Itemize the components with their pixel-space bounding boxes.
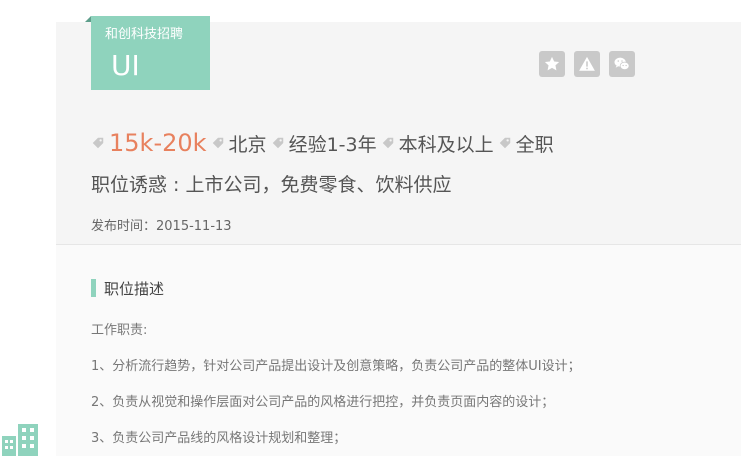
city-item: 北京	[211, 130, 267, 157]
education-item: 本科及以上	[381, 130, 494, 157]
job-title: UI	[111, 49, 140, 82]
star-icon	[544, 56, 560, 71]
tag-icon	[212, 137, 223, 149]
experience: 经验1-3年	[288, 133, 377, 156]
publish-time: 发布时间：2015-11-13	[91, 219, 232, 234]
experience-item: 经验1-3年	[271, 130, 377, 157]
education: 本科及以上	[398, 133, 494, 156]
salary: 15k-20k	[109, 129, 207, 157]
section-heading: 职位描述	[91, 278, 164, 298]
heading-accent-bar	[91, 279, 96, 297]
wechat-share-button[interactable]	[609, 51, 635, 77]
company-name[interactable]: 和创科技招聘	[105, 23, 183, 42]
warning-icon	[579, 56, 595, 71]
city: 北京	[228, 133, 267, 156]
job-type: 全职	[515, 133, 554, 156]
description-line: 工作职责:	[91, 323, 148, 338]
job-title-block: 和创科技招聘 UI	[85, 16, 210, 90]
tag-icon	[499, 137, 510, 149]
description-line: 3、负责公司产品线的风格设计规划和整理；	[91, 431, 347, 446]
ribbon-fold	[85, 16, 91, 22]
job-type-item: 全职	[498, 130, 554, 157]
collect-button[interactable]	[539, 51, 565, 77]
job-advantage: 职位诱惑 : 上市公司，免费零食、饮料供应	[91, 174, 452, 196]
building-icon	[2, 424, 38, 456]
job-requirements: 15k-20k 北京 经验1-3年 本科及以上 全职	[91, 128, 558, 158]
section-title: 职位描述	[104, 279, 165, 298]
tag-icon	[92, 137, 104, 149]
description-line: 2、负责从视觉和操作层面对公司产品的风格进行把控，并负责页面内容的设计；	[91, 395, 555, 410]
tag-icon	[382, 137, 393, 149]
salary-item: 15k-20k	[91, 129, 207, 157]
report-button[interactable]	[574, 51, 600, 77]
wechat-icon	[614, 57, 630, 70]
tag-icon	[272, 137, 283, 149]
description-line: 1、分析流行趋势，针对公司产品提出设计及创意策略，负责公司产品的整体UI设计；	[91, 359, 581, 374]
